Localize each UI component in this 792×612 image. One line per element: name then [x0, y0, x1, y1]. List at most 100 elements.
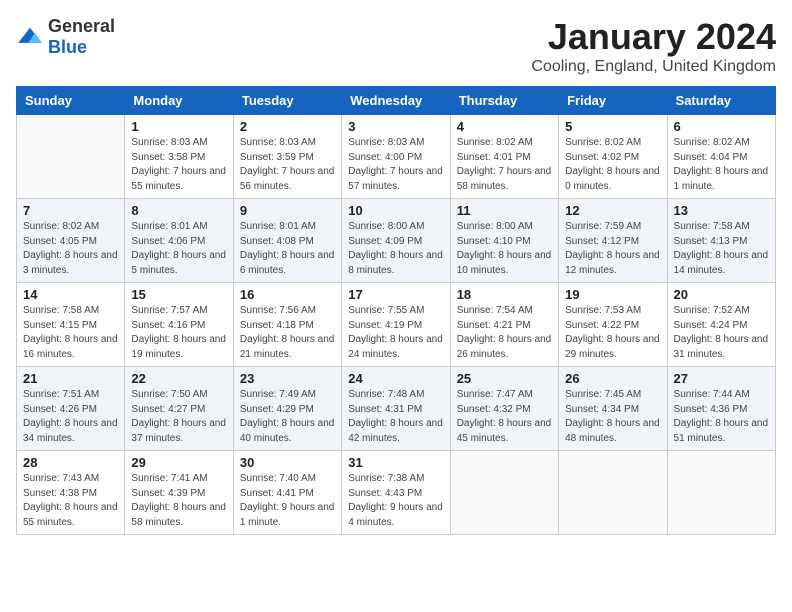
location-subtitle: Cooling, England, United Kingdom: [531, 58, 776, 76]
calendar-cell: 7Sunrise: 8:02 AM Sunset: 4:05 PM Daylig…: [17, 199, 125, 283]
calendar-cell: 4 Sunrise: 8:02 AM Sunset: 4:01 PM Daylig…: [450, 115, 558, 199]
calendar-cell: 11Sunrise: 8:00 AM Sunset: 4:10 PM Dayli…: [450, 199, 558, 283]
calendar-cell: 9Sunrise: 8:01 AM Sunset: 4:08 PM Daylig…: [233, 199, 341, 283]
page-title: January 2024: [531, 16, 776, 58]
calendar-cell: 24 Sunrise: 7:48 AM Sunset: 4:31 PM Dayli…: [342, 367, 450, 451]
calendar-week-row: 14 Sunrise: 7:58 AM Sunset: 4:15 PM Dayli…: [17, 283, 776, 367]
day-number: 5: [565, 119, 660, 134]
calendar-table: SundayMondayTuesdayWednesdayThursdayFrid…: [16, 86, 776, 535]
logo: General Blue: [16, 16, 115, 58]
calendar-body: 1 Sunrise: 8:03 AM Sunset: 3:58 PM Daylig…: [17, 115, 776, 535]
day-detail: Sunrise: 8:00 AM Sunset: 4:09 PM Dayligh…: [348, 220, 443, 278]
calendar-header-row: SundayMondayTuesdayWednesdayThursdayFrid…: [17, 87, 776, 115]
day-number: 1: [131, 119, 226, 134]
day-number: 16: [240, 287, 335, 302]
day-number: 8: [131, 203, 226, 218]
calendar-cell: 10 Sunrise: 8:00 AM Sunset: 4:09 PM Dayli…: [342, 199, 450, 283]
weekday-header-monday: Monday: [125, 87, 233, 115]
day-detail: Sunrise: 8:02 AM Sunset: 4:01 PM Dayligh…: [457, 136, 552, 194]
day-detail: Sunrise: 7:48 AM Sunset: 4:31 PM Dayligh…: [348, 388, 443, 446]
calendar-cell: 17 Sunrise: 7:55 AM Sunset: 4:19 PM Dayli…: [342, 283, 450, 367]
calendar-cell: 16 Sunrise: 7:56 AM Sunset: 4:18 PM Dayli…: [233, 283, 341, 367]
day-detail: Sunrise: 8:03 AM Sunset: 3:59 PM Dayligh…: [240, 136, 335, 194]
day-detail: Sunrise: 7:40 AM Sunset: 4:41 PM Dayligh…: [240, 472, 335, 530]
title-area: January 2024 Cooling, England, United Ki…: [531, 16, 776, 76]
day-detail: Sunrise: 8:02 AM Sunset: 4:04 PM Dayligh…: [674, 136, 769, 194]
weekday-header-saturday: Saturday: [667, 87, 775, 115]
day-detail: Sunrise: 7:58 AM Sunset: 4:15 PM Dayligh…: [23, 304, 118, 362]
day-number: 3: [348, 119, 443, 134]
day-number: 2: [240, 119, 335, 134]
weekday-header-wednesday: Wednesday: [342, 87, 450, 115]
calendar-cell: 8 Sunrise: 8:01 AM Sunset: 4:06 PM Daylig…: [125, 199, 233, 283]
calendar-cell: 22 Sunrise: 7:50 AM Sunset: 4:27 PM Dayli…: [125, 367, 233, 451]
weekday-header-sunday: Sunday: [17, 87, 125, 115]
day-detail: Sunrise: 8:00 AM Sunset: 4:10 PM Dayligh…: [457, 220, 552, 278]
calendar-week-row: 7Sunrise: 8:02 AM Sunset: 4:05 PM Daylig…: [17, 199, 776, 283]
calendar-week-row: 21Sunrise: 7:51 AM Sunset: 4:26 PM Dayli…: [17, 367, 776, 451]
day-detail: Sunrise: 8:01 AM Sunset: 4:06 PM Dayligh…: [131, 220, 226, 278]
day-number: 15: [131, 287, 226, 302]
calendar-cell: 18 Sunrise: 7:54 AM Sunset: 4:21 PM Dayli…: [450, 283, 558, 367]
day-detail: Sunrise: 7:45 AM Sunset: 4:34 PM Dayligh…: [565, 388, 660, 446]
day-number: 28: [23, 455, 118, 470]
day-number: 19: [565, 287, 660, 302]
calendar-cell: 30Sunrise: 7:40 AM Sunset: 4:41 PM Dayli…: [233, 451, 341, 535]
calendar-week-row: 1 Sunrise: 8:03 AM Sunset: 3:58 PM Daylig…: [17, 115, 776, 199]
day-detail: Sunrise: 7:59 AM Sunset: 4:12 PM Dayligh…: [565, 220, 660, 278]
day-number: 24: [348, 371, 443, 386]
calendar-cell: 15 Sunrise: 7:57 AM Sunset: 4:16 PM Dayli…: [125, 283, 233, 367]
day-detail: Sunrise: 7:54 AM Sunset: 4:21 PM Dayligh…: [457, 304, 552, 362]
weekday-header-tuesday: Tuesday: [233, 87, 341, 115]
logo-icon: [16, 26, 44, 48]
calendar-cell: 6Sunrise: 8:02 AM Sunset: 4:04 PM Daylig…: [667, 115, 775, 199]
day-number: 14: [23, 287, 118, 302]
calendar-cell: 1 Sunrise: 8:03 AM Sunset: 3:58 PM Daylig…: [125, 115, 233, 199]
day-detail: Sunrise: 7:56 AM Sunset: 4:18 PM Dayligh…: [240, 304, 335, 362]
day-number: 18: [457, 287, 552, 302]
day-number: 12: [565, 203, 660, 218]
calendar-cell: 27Sunrise: 7:44 AM Sunset: 4:36 PM Dayli…: [667, 367, 775, 451]
day-detail: Sunrise: 8:02 AM Sunset: 4:02 PM Dayligh…: [565, 136, 660, 194]
calendar-cell: 2 Sunrise: 8:03 AM Sunset: 3:59 PM Daylig…: [233, 115, 341, 199]
day-number: 22: [131, 371, 226, 386]
calendar-cell: 28 Sunrise: 7:43 AM Sunset: 4:38 PM Dayli…: [17, 451, 125, 535]
day-detail: Sunrise: 8:01 AM Sunset: 4:08 PM Dayligh…: [240, 220, 335, 278]
calendar-cell: [559, 451, 667, 535]
day-number: 29: [131, 455, 226, 470]
day-detail: Sunrise: 7:53 AM Sunset: 4:22 PM Dayligh…: [565, 304, 660, 362]
calendar-cell: 13 Sunrise: 7:58 AM Sunset: 4:13 PM Dayli…: [667, 199, 775, 283]
weekday-header-friday: Friday: [559, 87, 667, 115]
day-number: 17: [348, 287, 443, 302]
calendar-cell: 23 Sunrise: 7:49 AM Sunset: 4:29 PM Dayli…: [233, 367, 341, 451]
day-number: 20: [674, 287, 769, 302]
day-number: 10: [348, 203, 443, 218]
day-detail: Sunrise: 7:57 AM Sunset: 4:16 PM Dayligh…: [131, 304, 226, 362]
calendar-cell: 25Sunrise: 7:47 AM Sunset: 4:32 PM Dayli…: [450, 367, 558, 451]
calendar-cell: 26 Sunrise: 7:45 AM Sunset: 4:34 PM Dayli…: [559, 367, 667, 451]
day-detail: Sunrise: 8:03 AM Sunset: 3:58 PM Dayligh…: [131, 136, 226, 194]
calendar-week-row: 28 Sunrise: 7:43 AM Sunset: 4:38 PM Dayli…: [17, 451, 776, 535]
day-detail: Sunrise: 7:43 AM Sunset: 4:38 PM Dayligh…: [23, 472, 118, 530]
day-detail: Sunrise: 7:50 AM Sunset: 4:27 PM Dayligh…: [131, 388, 226, 446]
day-detail: Sunrise: 7:52 AM Sunset: 4:24 PM Dayligh…: [674, 304, 769, 362]
calendar-cell: [450, 451, 558, 535]
day-number: 13: [674, 203, 769, 218]
weekday-header-thursday: Thursday: [450, 87, 558, 115]
day-number: 23: [240, 371, 335, 386]
calendar-cell: 14 Sunrise: 7:58 AM Sunset: 4:15 PM Dayli…: [17, 283, 125, 367]
day-number: 4: [457, 119, 552, 134]
day-number: 26: [565, 371, 660, 386]
calendar-cell: 5 Sunrise: 8:02 AM Sunset: 4:02 PM Daylig…: [559, 115, 667, 199]
day-detail: Sunrise: 7:49 AM Sunset: 4:29 PM Dayligh…: [240, 388, 335, 446]
calendar-cell: 3 Sunrise: 8:03 AM Sunset: 4:00 PM Daylig…: [342, 115, 450, 199]
day-detail: Sunrise: 7:55 AM Sunset: 4:19 PM Dayligh…: [348, 304, 443, 362]
day-detail: Sunrise: 7:58 AM Sunset: 4:13 PM Dayligh…: [674, 220, 769, 278]
calendar-cell: [17, 115, 125, 199]
calendar-cell: 21Sunrise: 7:51 AM Sunset: 4:26 PM Dayli…: [17, 367, 125, 451]
day-number: 21: [23, 371, 118, 386]
day-detail: Sunrise: 7:41 AM Sunset: 4:39 PM Dayligh…: [131, 472, 226, 530]
day-detail: Sunrise: 8:03 AM Sunset: 4:00 PM Dayligh…: [348, 136, 443, 194]
logo-text-general: General: [48, 16, 115, 36]
day-detail: Sunrise: 8:02 AM Sunset: 4:05 PM Dayligh…: [23, 220, 118, 278]
